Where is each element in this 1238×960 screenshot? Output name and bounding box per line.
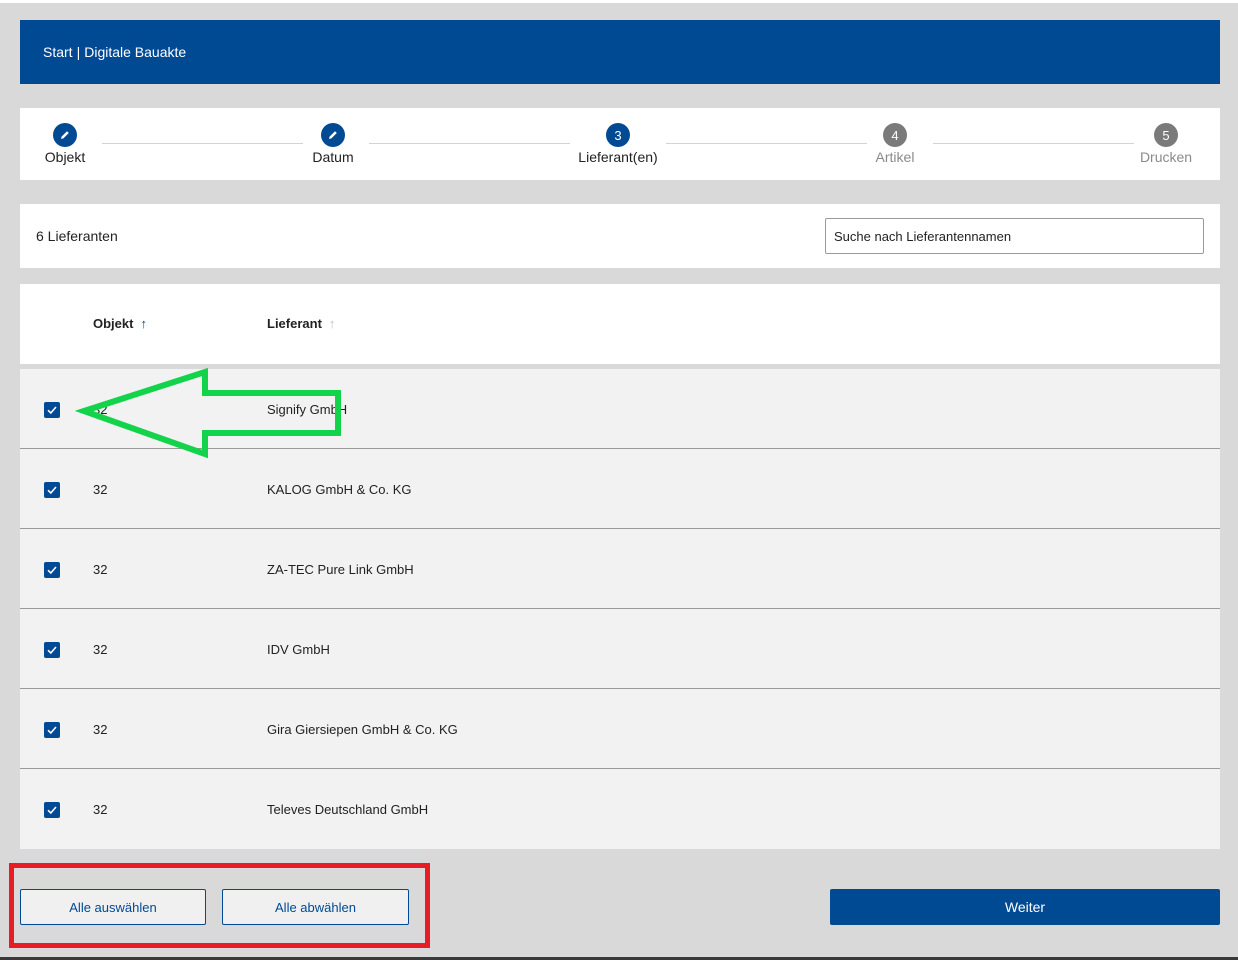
- sort-arrow-up-icon: ↑: [140, 316, 147, 331]
- step-connector: [102, 143, 303, 144]
- filter-bar: 6 Lieferanten: [20, 204, 1220, 268]
- cell-objekt: 32: [93, 402, 108, 417]
- step-artikel[interactable]: 4 Artikel: [871, 123, 919, 165]
- step-number: 5: [1154, 123, 1178, 147]
- step-connector: [933, 143, 1134, 144]
- pencil-icon: [53, 123, 77, 147]
- table-header: Objekt ↑ Lieferant ↑: [20, 284, 1220, 364]
- cell-lieferant: Gira Giersiepen GmbH & Co. KG: [267, 722, 458, 737]
- step-connector: [369, 143, 570, 144]
- cell-objekt: 32: [93, 562, 108, 577]
- pencil-icon: [321, 123, 345, 147]
- step-lieferanten[interactable]: 3 Lieferant(en): [574, 123, 662, 165]
- supplier-search-input[interactable]: [825, 218, 1204, 254]
- breadcrumb-title: Digitale Bauakte: [84, 44, 187, 60]
- step-objekt[interactable]: Objekt: [42, 123, 88, 165]
- cell-lieferant: Signify GmbH: [267, 402, 348, 417]
- row-checkbox[interactable]: [44, 802, 60, 818]
- row-checkbox[interactable]: [44, 402, 60, 418]
- table-row[interactable]: 32 ZA-TEC Pure Link GmbH: [20, 529, 1220, 609]
- top-edge: [0, 0, 1238, 3]
- breadcrumb-start[interactable]: Start: [43, 44, 73, 60]
- check-icon: [47, 566, 57, 575]
- step-connector: [666, 143, 867, 144]
- next-button[interactable]: Weiter: [830, 889, 1220, 925]
- step-number: 4: [883, 123, 907, 147]
- table-row[interactable]: 32 Gira Giersiepen GmbH & Co. KG: [20, 689, 1220, 769]
- app-header: Start | Digitale Bauakte: [20, 20, 1220, 84]
- table-row[interactable]: 32 KALOG GmbH & Co. KG: [20, 449, 1220, 529]
- cell-objekt: 32: [93, 642, 108, 657]
- progress-stepper: Objekt Datum 3 Lieferant(en) 4 Artikel 5…: [20, 108, 1220, 180]
- step-label: Objekt: [44, 149, 86, 165]
- column-label: Objekt: [93, 316, 134, 331]
- step-number: 3: [606, 123, 630, 147]
- cell-objekt: 32: [93, 802, 108, 817]
- table-row[interactable]: 32 Signify GmbH: [20, 369, 1220, 449]
- check-icon: [47, 646, 57, 655]
- check-icon: [47, 406, 57, 415]
- cell-lieferant: KALOG GmbH & Co. KG: [267, 482, 412, 497]
- column-header-objekt[interactable]: Objekt ↑: [93, 316, 147, 331]
- check-icon: [47, 486, 57, 495]
- step-label: Drucken: [1139, 149, 1193, 165]
- cell-objekt: 32: [93, 482, 108, 497]
- check-icon: [47, 806, 57, 815]
- supplier-table-body: 32 Signify GmbH 32 KALOG GmbH & Co. KG 3…: [20, 369, 1220, 849]
- sort-arrow-up-icon: ↑: [328, 316, 336, 331]
- column-label: Lieferant: [267, 316, 322, 331]
- supplier-count: 6 Lieferanten: [36, 228, 118, 244]
- step-label: Lieferant(en): [578, 149, 658, 165]
- step-label: Artikel: [875, 149, 915, 165]
- check-icon: [47, 726, 57, 735]
- step-label: Datum: [312, 149, 354, 165]
- row-checkbox[interactable]: [44, 562, 60, 578]
- row-checkbox[interactable]: [44, 642, 60, 658]
- row-checkbox[interactable]: [44, 722, 60, 738]
- cell-objekt: 32: [93, 722, 108, 737]
- row-checkbox[interactable]: [44, 482, 60, 498]
- column-header-lieferant[interactable]: Lieferant ↑: [267, 316, 335, 331]
- cell-lieferant: Televes Deutschland GmbH: [267, 802, 429, 817]
- table-row[interactable]: 32 IDV GmbH: [20, 609, 1220, 689]
- table-row[interactable]: 32 Televes Deutschland GmbH: [20, 769, 1220, 849]
- step-datum[interactable]: Datum: [310, 123, 356, 165]
- cell-lieferant: ZA-TEC Pure Link GmbH: [267, 562, 414, 577]
- breadcrumb-separator: |: [76, 44, 81, 60]
- step-drucken[interactable]: 5 Drucken: [1140, 123, 1192, 165]
- annotation-highlight-box: [9, 863, 430, 948]
- cell-lieferant: IDV GmbH: [267, 642, 330, 657]
